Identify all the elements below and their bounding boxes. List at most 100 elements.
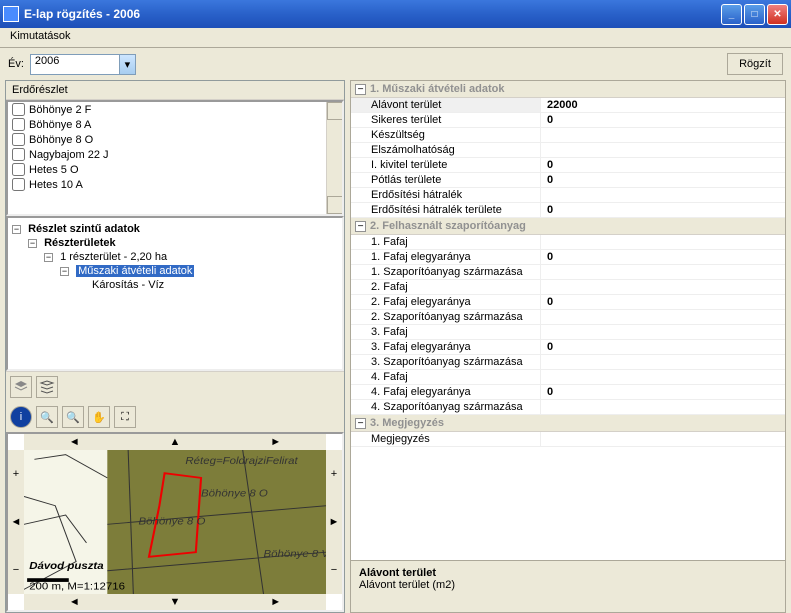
- forest-list[interactable]: Böhönye 2 FBöhönye 8 A Böhönye 8 ONagybaj…: [6, 100, 344, 216]
- layers-icon[interactable]: [10, 376, 32, 398]
- collapse-icon[interactable]: −: [355, 418, 366, 429]
- minimize-button[interactable]: _: [721, 4, 742, 25]
- prop-row[interactable]: Sikeres terület0: [351, 113, 785, 128]
- stack-icon[interactable]: [36, 376, 58, 398]
- prop-value[interactable]: [541, 310, 785, 324]
- prop-row[interactable]: Megjegyzés: [351, 432, 785, 447]
- tree-node[interactable]: − Részterületek: [12, 236, 338, 250]
- year-select[interactable]: 2006 ▾: [30, 54, 136, 75]
- prop-value[interactable]: 0: [541, 340, 785, 354]
- prop-name: 3. Fafaj: [351, 325, 541, 339]
- map-canvas[interactable]: ◄▲► ◄▼► +◄− +►− Réteg=FoldrajziFelirat B…: [6, 432, 344, 612]
- map-pan-top[interactable]: ◄▲►: [24, 434, 326, 450]
- list-item[interactable]: Böhönye 8 A: [8, 117, 342, 132]
- prop-name: 4. Fafaj elegyaránya: [351, 385, 541, 399]
- chevron-down-icon[interactable]: ▾: [119, 55, 135, 74]
- chevron-down-icon[interactable]: ▼: [170, 596, 181, 608]
- map-pan-left[interactable]: +◄−: [8, 450, 24, 594]
- collapse-icon[interactable]: −: [12, 225, 21, 234]
- prop-row[interactable]: Készültség: [351, 128, 785, 143]
- checkbox[interactable]: [12, 133, 25, 146]
- extent-icon[interactable]: ⛶: [114, 406, 136, 428]
- chevron-up-icon[interactable]: ▲: [170, 436, 181, 448]
- tree-view[interactable]: − Részlet szintű adatok − Részterületek …: [6, 216, 344, 371]
- prop-value[interactable]: [541, 188, 785, 202]
- prop-value[interactable]: 22000: [541, 98, 785, 112]
- zoom-in-icon[interactable]: 🔍: [36, 406, 58, 428]
- chevron-left-icon[interactable]: ◄: [11, 516, 22, 528]
- prop-value[interactable]: 0: [541, 113, 785, 127]
- collapse-icon[interactable]: −: [355, 84, 366, 95]
- prop-row[interactable]: 2. Fafaj elegyaránya0: [351, 295, 785, 310]
- prop-value[interactable]: [541, 280, 785, 294]
- prop-row[interactable]: 3. Fafaj elegyaránya0: [351, 340, 785, 355]
- prop-row[interactable]: 4. Fafaj elegyaránya0: [351, 385, 785, 400]
- list-item[interactable]: Hetes 10 A: [8, 177, 342, 192]
- collapse-icon[interactable]: −: [60, 267, 69, 276]
- prop-section-3[interactable]: − 3. Megjegyzés: [351, 415, 785, 432]
- prop-section-2[interactable]: − 2. Felhasznált szaporítóanyag: [351, 218, 785, 235]
- maximize-button[interactable]: □: [744, 4, 765, 25]
- tree-node[interactable]: Károsítás - Víz: [12, 278, 338, 292]
- desc-text: Alávont terület (m2): [359, 579, 777, 591]
- checkbox[interactable]: [12, 178, 25, 191]
- prop-row[interactable]: 1. Fafaj elegyaránya0: [351, 250, 785, 265]
- close-button[interactable]: ✕: [767, 4, 788, 25]
- prop-value[interactable]: [541, 128, 785, 142]
- item-label: Böhönye 8 O: [29, 134, 93, 146]
- collapse-icon[interactable]: −: [355, 221, 366, 232]
- prop-row[interactable]: 1. Szaporítóanyag származása: [351, 265, 785, 280]
- chevron-right-icon[interactable]: ►: [329, 516, 340, 528]
- prop-value[interactable]: 0: [541, 250, 785, 264]
- scrollbar[interactable]: [326, 102, 342, 214]
- checkbox[interactable]: [12, 118, 25, 131]
- tree-node[interactable]: − Műszaki átvételi adatok: [12, 264, 338, 278]
- pan-icon[interactable]: ✋: [88, 406, 110, 428]
- prop-row[interactable]: 1. Fafaj: [351, 235, 785, 250]
- map-pan-bottom[interactable]: ◄▼►: [24, 594, 326, 610]
- tree-node[interactable]: − Részlet szintű adatok: [12, 222, 338, 236]
- prop-value[interactable]: [541, 355, 785, 369]
- prop-value[interactable]: [541, 143, 785, 157]
- prop-row[interactable]: I. kivitel területe0: [351, 158, 785, 173]
- list-item[interactable]: Böhönye 2 F: [8, 102, 342, 117]
- prop-value[interactable]: [541, 325, 785, 339]
- prop-row[interactable]: 3. Fafaj: [351, 325, 785, 340]
- menu-reports[interactable]: Kimutatások: [4, 28, 77, 44]
- prop-row[interactable]: Alávont terület22000: [351, 98, 785, 113]
- prop-value[interactable]: 0: [541, 158, 785, 172]
- prop-row[interactable]: 4. Szaporítóanyag származása: [351, 400, 785, 415]
- list-item[interactable]: Böhönye 8 O: [8, 132, 342, 147]
- prop-value[interactable]: 0: [541, 173, 785, 187]
- map-pan-right[interactable]: +►−: [326, 450, 342, 594]
- collapse-icon[interactable]: −: [28, 239, 37, 248]
- prop-row[interactable]: 3. Szaporítóanyag származása: [351, 355, 785, 370]
- prop-row[interactable]: 4. Fafaj: [351, 370, 785, 385]
- prop-row[interactable]: Erdősítési hátralék: [351, 188, 785, 203]
- info-icon[interactable]: i: [10, 406, 32, 428]
- zoom-out-icon[interactable]: 🔍: [62, 406, 84, 428]
- checkbox[interactable]: [12, 163, 25, 176]
- prop-value[interactable]: [541, 235, 785, 249]
- prop-row[interactable]: Erdősítési hátralék területe0: [351, 203, 785, 218]
- prop-value[interactable]: 0: [541, 203, 785, 217]
- prop-value[interactable]: 0: [541, 295, 785, 309]
- prop-row[interactable]: Elszámolhatóság: [351, 143, 785, 158]
- prop-value[interactable]: [541, 400, 785, 414]
- prop-section-1[interactable]: − 1. Műszaki átvételi adatok: [351, 81, 785, 98]
- property-grid[interactable]: − 1. Műszaki átvételi adatok Alávont ter…: [351, 81, 785, 560]
- prop-value[interactable]: [541, 432, 785, 446]
- prop-row[interactable]: Pótlás területe0: [351, 173, 785, 188]
- list-item[interactable]: Nagybajom 22 J: [8, 147, 342, 162]
- list-item[interactable]: Hetes 5 O: [8, 162, 342, 177]
- tree-node[interactable]: − 1 részterület - 2,20 ha: [12, 250, 338, 264]
- prop-row[interactable]: 2. Fafaj: [351, 280, 785, 295]
- prop-row[interactable]: 2. Szaporítóanyag származása: [351, 310, 785, 325]
- prop-value[interactable]: 0: [541, 385, 785, 399]
- checkbox[interactable]: [12, 103, 25, 116]
- prop-value[interactable]: [541, 370, 785, 384]
- prop-value[interactable]: [541, 265, 785, 279]
- record-button[interactable]: Rögzít: [727, 53, 783, 75]
- collapse-icon[interactable]: −: [44, 253, 53, 262]
- checkbox[interactable]: [12, 148, 25, 161]
